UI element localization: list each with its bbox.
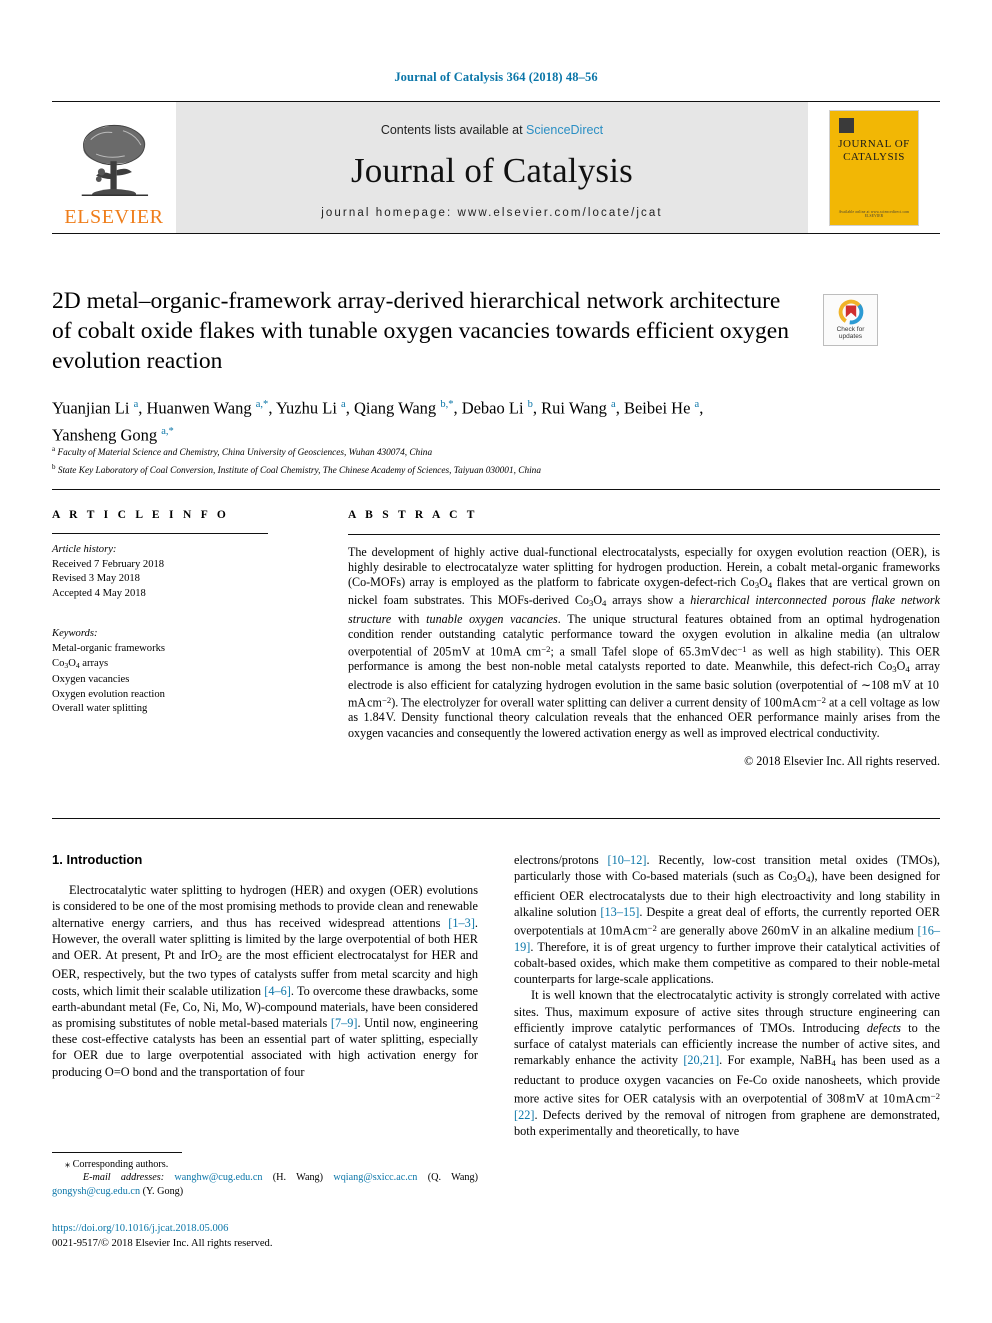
email-link-wqiang[interactable]: wqiang@sxicc.ac.cn: [333, 1172, 417, 1183]
email-owner-wanghw: (H. Wang): [272, 1172, 324, 1184]
email-link-gongysh[interactable]: gongysh@cug.edu.cn: [52, 1186, 140, 1197]
email-label: E-mail addresses:: [82, 1172, 165, 1184]
sciencedirect-link[interactable]: ScienceDirect: [526, 123, 603, 137]
intro-paragraph-3: It is well known that the electrocatalyt…: [514, 988, 941, 1138]
affiliations: a Faculty of Material Science and Chemis…: [52, 443, 912, 478]
info-rule-bottom: [52, 818, 940, 819]
journal-homepage[interactable]: journal homepage: www.elsevier.com/locat…: [321, 207, 662, 219]
crossmark-icon: [838, 299, 863, 324]
crossmark-badge[interactable]: Check for updates: [823, 294, 878, 346]
keyword-item: Metal-organic frameworks: [52, 642, 166, 654]
contents-available-line: Contents lists available at ScienceDirec…: [381, 123, 603, 137]
citation-7-9[interactable]: [7–9]: [331, 1016, 358, 1030]
citation-10-12[interactable]: [10–12]: [608, 853, 647, 867]
elsevier-logo: ELSEVIER: [52, 102, 176, 233]
abstract-copyright: © 2018 Elsevier Inc. All rights reserved…: [744, 753, 940, 768]
elsevier-tree-icon: [81, 124, 149, 196]
history-received: Received 7 February 2018: [52, 558, 165, 570]
keyword-item: Oxygen vacancies: [52, 673, 130, 685]
right-column: electrons/protons [10–12]. Recently, low…: [514, 852, 940, 1139]
cover-publisher-mark: [838, 117, 854, 133]
intro-paragraph-1: Electrocatalytic water splitting to hydr…: [52, 883, 479, 1079]
journal-cover-image: JOURNAL OF CATALYSIS Available online at …: [829, 109, 919, 226]
affiliation-a: a Faculty of Material Science and Chemis…: [52, 445, 433, 459]
email-link-wanghw[interactable]: wanghw@cug.edu.cn: [174, 1172, 262, 1183]
journal-masthead: ELSEVIER Contents lists available at Sci…: [52, 101, 940, 234]
abstract-divider: [348, 534, 940, 535]
keywords-label: Keywords:: [52, 628, 98, 640]
abstract-heading: A B S T R A C T: [348, 509, 478, 521]
doi-link[interactable]: https://doi.org/10.1016/j.jcat.2018.05.0…: [52, 1222, 478, 1237]
masthead-center: Contents lists available at ScienceDirec…: [176, 102, 808, 233]
corresponding-authors-note: ⁎ Corresponding authors.: [65, 1159, 169, 1170]
keyword-item: Oxygen evolution reaction: [52, 688, 165, 700]
citation-20-21[interactable]: [20,21]: [683, 1053, 719, 1067]
article-history: Article history: Received 7 February 201…: [52, 543, 300, 601]
crossmark-label: Check for updates: [836, 325, 865, 341]
body-columns: 1. Introduction Electrocatalytic water s…: [52, 852, 940, 1139]
issn-copyright-line: 0021-9517/© 2018 Elsevier Inc. All right…: [52, 1237, 273, 1249]
article-history-label: Article history:: [52, 544, 117, 555]
contents-prefix: Contents lists available at: [380, 122, 527, 137]
history-accepted: Accepted 4 May 2018: [52, 587, 146, 599]
paper-page: Journal of Catalysis 364 (2018) 48–56 EL…: [0, 0, 992, 1323]
citation-16-19[interactable]: [16–19]: [514, 924, 940, 954]
citation-22[interactable]: [22]: [514, 1108, 535, 1122]
keywords-block: Keywords: Metal-organic frameworks Co3O4…: [52, 627, 300, 716]
left-column: 1. Introduction Electrocatalytic water s…: [52, 852, 478, 1139]
citation-4-6[interactable]: [4–6]: [264, 984, 291, 998]
citation-1-3[interactable]: [1–3]: [448, 916, 475, 930]
author-list: Yuanjian Li a, Huanwen Wang a,*, Yuzhu L…: [52, 398, 704, 445]
doi-block: https://doi.org/10.1016/j.jcat.2018.05.0…: [52, 1222, 478, 1251]
email-owner-gongysh: (Y. Gong): [142, 1185, 184, 1197]
article-info-column: A R T I C L E I N F O Article history: R…: [52, 509, 300, 717]
article-info-heading: A R T I C L E I N F O: [52, 509, 230, 521]
keyword-item: Overall water splitting: [52, 703, 148, 715]
journal-title: Journal of Catalysis: [350, 150, 634, 190]
running-head: Journal of Catalysis 364 (2018) 48–56: [394, 70, 598, 84]
cover-title-text: JOURNAL OF CATALYSIS: [838, 137, 910, 163]
section-title-introduction: 1. Introduction: [52, 852, 143, 867]
footnote-block: ⁎ Corresponding authors. E-mail addresse…: [52, 1158, 478, 1198]
intro-paragraph-2: electrons/protons [10–12]. Recently, low…: [514, 853, 941, 987]
journal-cover: JOURNAL OF CATALYSIS Available online at …: [808, 102, 940, 233]
abstract-column: A B S T R A C T The development of highl…: [348, 509, 940, 769]
keyword-item: Co3O4 arrays: [52, 657, 109, 670]
email-owner-wqiang: (Q. Wang): [427, 1172, 479, 1184]
footnote-rule: [52, 1152, 182, 1153]
page-title: 2D metal–organic-framework array-derived…: [52, 288, 789, 374]
abstract-text: The development of highly active dual-fu…: [348, 545, 941, 740]
email-addresses-line: E-mail addresses: wanghw@cug.edu.cn (H. …: [52, 1171, 478, 1198]
history-revised: Revised 3 May 2018: [52, 573, 140, 585]
title-area: 2D metal–organic-framework array-derived…: [52, 286, 802, 376]
cover-footer-text: Available online at www.sciencedirect.co…: [838, 209, 910, 218]
affiliation-b: b State Key Laboratory of Coal Conversio…: [52, 462, 541, 476]
article-info-divider: [52, 533, 268, 534]
elsevier-wordmark: ELSEVIER: [64, 206, 164, 228]
info-rule-top: [52, 489, 940, 490]
citation-13-15[interactable]: [13–15]: [600, 905, 639, 919]
